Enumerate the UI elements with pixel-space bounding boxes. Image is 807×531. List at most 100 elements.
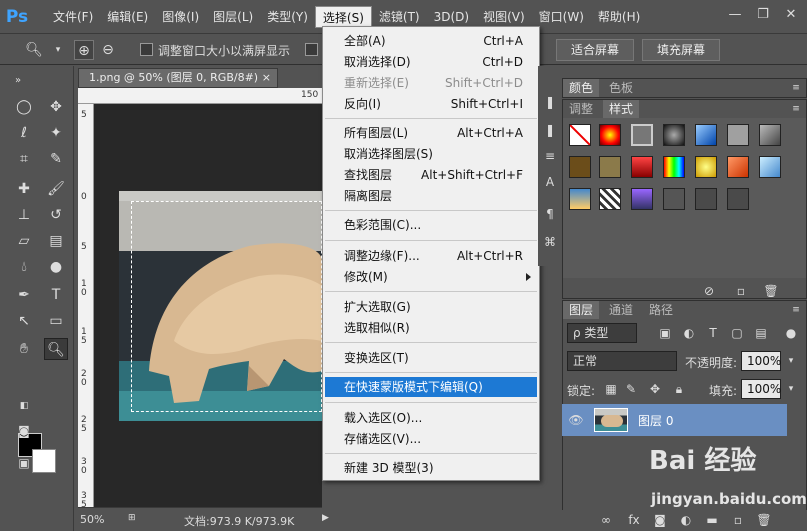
chevron-down-icon[interactable]: ▾ xyxy=(783,381,799,397)
style-swatch[interactable] xyxy=(599,124,621,146)
menu-window[interactable]: 窗口(W) xyxy=(532,6,591,28)
menu-item-quick-mask[interactable]: 在快速蒙版模式下编辑(Q) xyxy=(325,377,537,397)
tab-styles[interactable]: 样式 xyxy=(603,100,640,118)
style-swatch[interactable] xyxy=(727,188,749,210)
menu-edit[interactable]: 编辑(E) xyxy=(100,6,155,28)
eraser-icon[interactable]: ▱ xyxy=(12,230,36,252)
move-tool-icon[interactable]: ✥ xyxy=(44,96,68,118)
tab-layers[interactable]: 图层 xyxy=(563,301,600,319)
fit-screen-button[interactable]: 适合屏幕 xyxy=(556,39,634,61)
gradient-icon[interactable]: ▤ xyxy=(44,230,68,252)
menu-item-modify[interactable]: 修改(M) xyxy=(325,267,537,287)
menu-item-deselect[interactable]: 取消选择(D) Ctrl+D xyxy=(325,52,537,72)
status-info-icon[interactable]: ⊞ xyxy=(128,513,136,523)
fill-screen-button[interactable]: 填充屏幕 xyxy=(642,39,720,61)
style-swatch[interactable] xyxy=(631,188,653,210)
style-swatch[interactable] xyxy=(759,156,781,178)
delete-style-icon[interactable]: 🗑︎ xyxy=(763,283,779,299)
minimize-icon[interactable]: — xyxy=(724,6,746,24)
zoom-tool-icon[interactable]: 🔍︎ xyxy=(24,40,44,60)
healing-brush-icon[interactable]: ✚ xyxy=(12,178,36,200)
lock-image-icon[interactable]: ✎ xyxy=(623,381,639,397)
opacity-input[interactable]: 100% xyxy=(741,351,781,371)
menu-select[interactable]: 选择(S) xyxy=(314,5,372,28)
style-none-swatch[interactable] xyxy=(569,124,591,146)
menu-view[interactable]: 视图(V) xyxy=(476,6,532,28)
close-tab-icon[interactable]: × xyxy=(262,69,271,87)
lasso-icon[interactable]: ℓ xyxy=(12,122,36,144)
hand-icon[interactable]: ✋︎ xyxy=(12,338,36,360)
tab-channels[interactable]: 通道 xyxy=(603,301,639,319)
menu-item-color-range[interactable]: 色彩范围(C)... xyxy=(325,215,537,235)
fx-icon[interactable]: fx xyxy=(626,512,642,528)
lock-position-icon[interactable]: ✥ xyxy=(647,381,663,397)
lock-all-icon[interactable]: 🔒︎ xyxy=(671,381,687,397)
collapse-icon[interactable]: » xyxy=(6,70,30,92)
style-swatch[interactable] xyxy=(663,188,685,210)
history-brush-icon[interactable]: ↺ xyxy=(44,204,68,226)
menu-item-isolate-layers[interactable]: 隔离图层 xyxy=(325,186,537,206)
dodge-icon[interactable]: ● xyxy=(44,256,68,278)
type-tool-icon[interactable]: T xyxy=(44,284,68,306)
menu-item-transform-selection[interactable]: 变换选区(T) xyxy=(325,348,537,368)
menu-item-refine-edge[interactable]: 调整边缘(F)... Alt+Ctrl+R xyxy=(325,246,537,266)
menu-type[interactable]: 类型(Y) xyxy=(260,6,315,28)
default-colors-icon[interactable]: ◧ xyxy=(12,395,36,417)
blend-mode-select[interactable]: 正常 xyxy=(567,351,677,371)
tab-paths[interactable]: 路径 xyxy=(643,301,679,319)
rectangle-tool-icon[interactable]: ▭ xyxy=(44,310,68,332)
magic-wand-icon[interactable]: ✦ xyxy=(44,122,68,144)
lock-transparent-icon[interactable]: ▦ xyxy=(603,381,619,397)
menu-3d[interactable]: 3D(D) xyxy=(427,6,476,28)
style-swatch[interactable] xyxy=(599,188,621,210)
link-layers-icon[interactable]: ∞ xyxy=(598,512,614,528)
style-swatch[interactable] xyxy=(631,124,653,146)
chevron-down-icon[interactable]: ▾ xyxy=(48,40,68,60)
resize-windows-checkbox[interactable] xyxy=(140,43,153,56)
menu-item-inverse[interactable]: 反向(I) Shift+Ctrl+I xyxy=(325,94,537,114)
paragraph-panel-icon[interactable]: ¶ xyxy=(542,206,558,222)
style-swatch[interactable] xyxy=(759,124,781,146)
filter-adjustment-icon[interactable]: ◐ xyxy=(681,325,697,341)
menu-layer[interactable]: 图层(L) xyxy=(206,6,260,28)
path-selection-icon[interactable]: ↖ xyxy=(12,310,36,332)
new-style-icon[interactable]: ▫ xyxy=(733,283,749,299)
filter-shape-icon[interactable]: ▢ xyxy=(729,325,745,341)
properties-panel-icon[interactable]: ❚ xyxy=(542,122,558,138)
menu-item-all-layers[interactable]: 所有图层(L) Alt+Ctrl+A xyxy=(325,123,537,143)
zoom-level[interactable]: 50% xyxy=(80,513,104,526)
zoom-all-windows-checkbox[interactable] xyxy=(305,43,318,56)
style-swatch[interactable] xyxy=(599,156,621,178)
style-swatch[interactable] xyxy=(569,188,591,210)
filter-toggle-icon[interactable]: ● xyxy=(783,325,799,341)
tab-adjustments[interactable]: 调整 xyxy=(563,100,599,118)
history-panel-icon[interactable]: ❚ xyxy=(542,94,558,110)
menu-image[interactable]: 图像(I) xyxy=(155,6,206,28)
close-icon[interactable]: ✕ xyxy=(780,6,802,24)
status-arrow-icon[interactable]: ▶ xyxy=(322,513,329,523)
menu-help[interactable]: 帮助(H) xyxy=(591,6,647,28)
character-panel-icon[interactable]: A xyxy=(542,174,558,190)
style-swatch[interactable] xyxy=(695,156,717,178)
brush-panel-icon[interactable]: ≡ xyxy=(542,148,558,164)
menu-item-save-selection[interactable]: 存储选区(V)... xyxy=(325,429,537,449)
panel-menu-icon[interactable]: ≡ xyxy=(788,101,804,117)
style-swatch[interactable] xyxy=(727,124,749,146)
eye-icon[interactable]: 👁︎ xyxy=(568,412,584,428)
filter-pixel-icon[interactable]: ▣ xyxy=(657,325,673,341)
document-tab[interactable]: 1.png @ 50% (图层 0, RGB/8#) × xyxy=(78,68,278,88)
style-swatch[interactable] xyxy=(727,156,749,178)
filter-type-icon[interactable]: T xyxy=(705,325,721,341)
layer-row[interactable]: 👁︎ 图层 0 xyxy=(562,404,787,436)
menu-item-similar[interactable]: 选取相似(R) xyxy=(325,318,537,338)
screen-mode-icon[interactable]: ▣ xyxy=(12,452,36,474)
panel-menu-icon[interactable]: ≡ xyxy=(788,80,804,96)
elliptical-marquee-icon[interactable]: ◯ xyxy=(12,96,36,118)
zoom-out-icon[interactable]: ⊖ xyxy=(98,40,118,60)
menu-item-new-3d-extrusion[interactable]: 新建 3D 模型(3) xyxy=(325,458,537,478)
clone-stamp-icon[interactable]: ⊥ xyxy=(12,204,36,226)
style-swatch[interactable] xyxy=(663,124,685,146)
style-swatch[interactable] xyxy=(695,124,717,146)
zoom-in-icon[interactable]: ⊕ xyxy=(74,40,94,60)
clear-style-icon[interactable]: ⊘ xyxy=(701,283,717,299)
